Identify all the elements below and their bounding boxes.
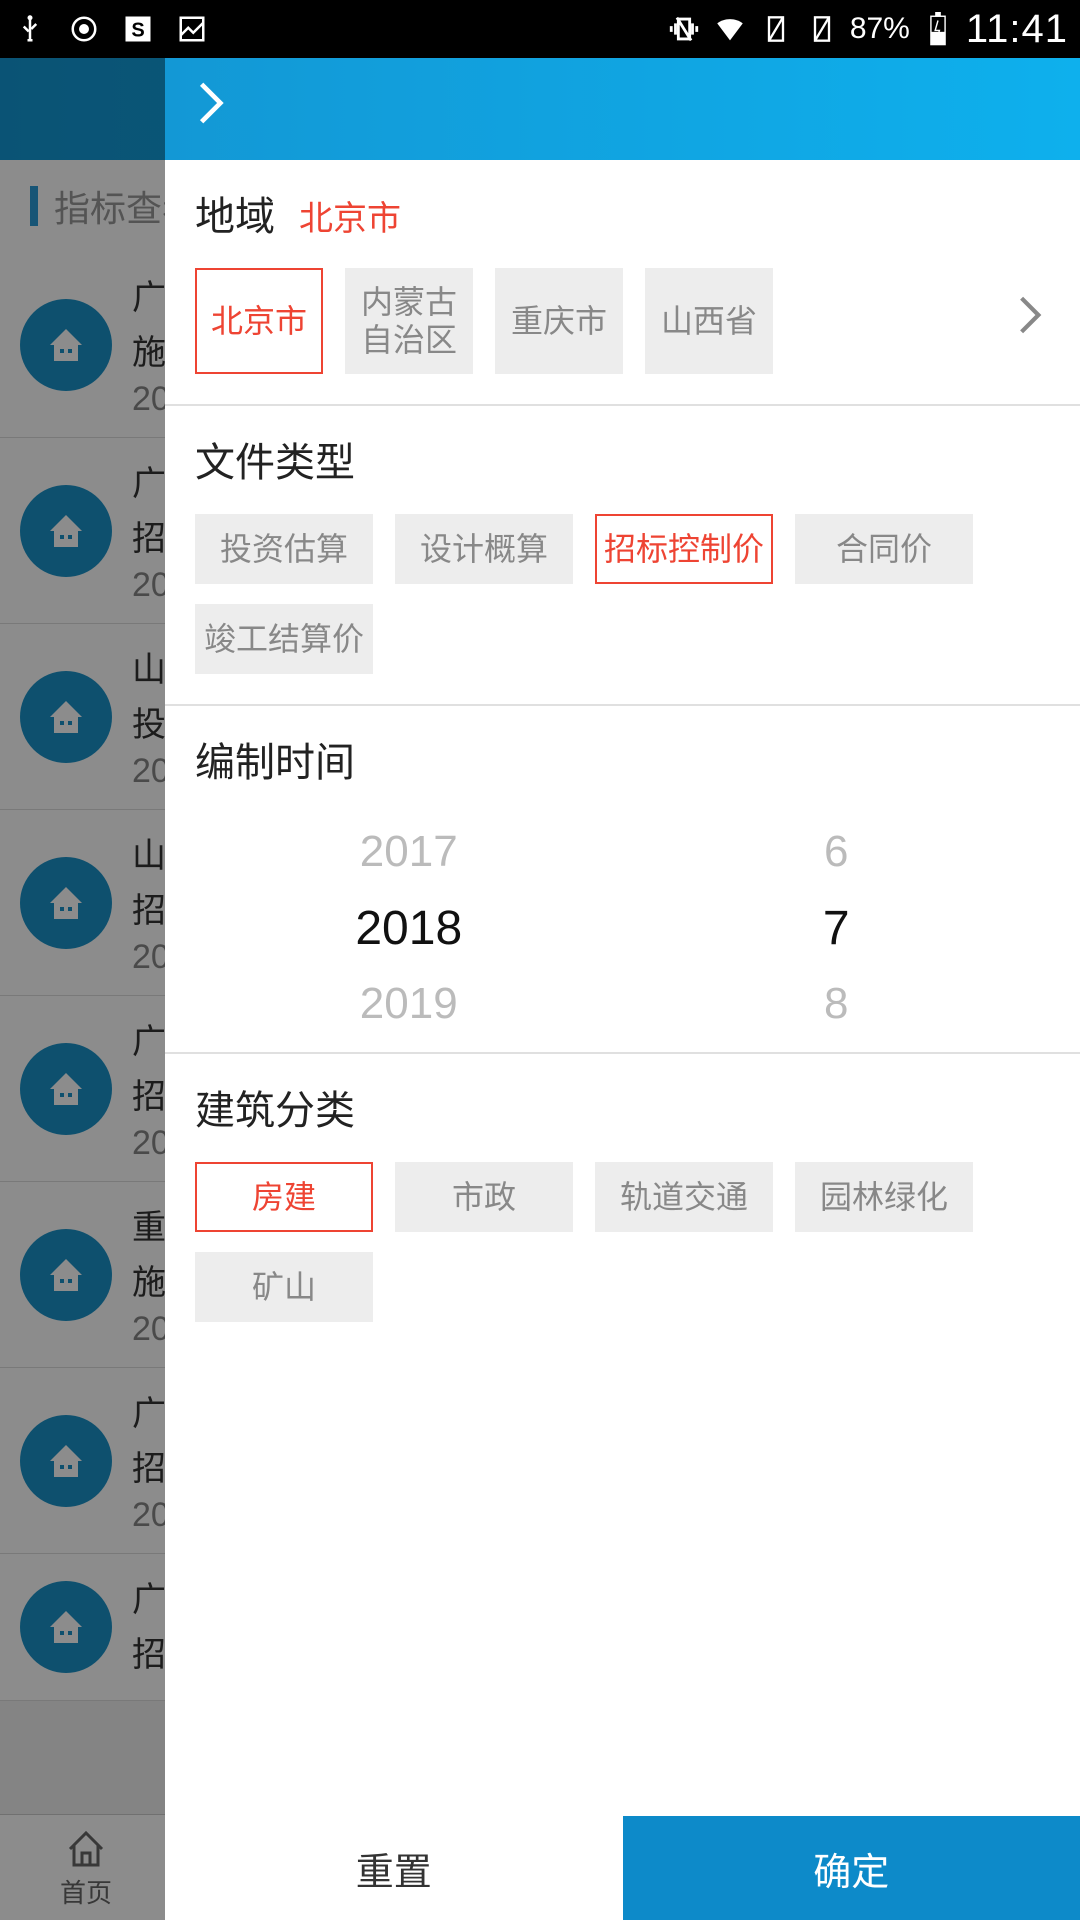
building-chip-1[interactable]: 市政 xyxy=(395,1162,573,1232)
region-chip-chongqing[interactable]: 重庆市 xyxy=(495,268,623,374)
region-chip-neimenggu[interactable]: 内蒙古 自治区 xyxy=(345,268,473,374)
time-section: 编制时间 2017 2018 2019 6 7 8 xyxy=(165,706,1080,1054)
year-picker[interactable]: 2017 2018 2019 xyxy=(195,814,623,1042)
sim2-icon xyxy=(804,11,840,47)
region-chip-shanxi[interactable]: 山西省 xyxy=(645,268,773,374)
filetype-title: 文件类型 xyxy=(195,430,355,488)
battery-percent: 87% xyxy=(850,12,910,46)
filetype-chip-0[interactable]: 投资估算 xyxy=(195,514,373,584)
confirm-button[interactable]: 确定 xyxy=(623,1816,1080,1920)
image-icon xyxy=(174,11,210,47)
building-chip-2[interactable]: 轨道交通 xyxy=(595,1162,773,1232)
filetype-section: 文件类型 投资估算 设计概算 招标控制价 合同价 竣工结算价 xyxy=(165,406,1080,706)
month-option[interactable]: 6 xyxy=(824,814,848,890)
reset-button[interactable]: 重置 xyxy=(165,1816,623,1920)
filetype-chip-2[interactable]: 招标控制价 xyxy=(595,514,773,584)
app-s-icon: S xyxy=(120,11,156,47)
region-chip-beijing[interactable]: 北京市 xyxy=(195,268,323,374)
building-section: 建筑分类 房建 市政 轨道交通 园林绿化 矿山 xyxy=(165,1054,1080,1352)
drawer-footer: 重置 确定 xyxy=(165,1816,1080,1920)
time-title: 编制时间 xyxy=(195,730,355,788)
building-chip-3[interactable]: 园林绿化 xyxy=(795,1162,973,1232)
year-option[interactable]: 2019 xyxy=(360,966,458,1042)
drawer-header xyxy=(165,58,1080,160)
svg-text:S: S xyxy=(131,20,144,42)
month-option-selected[interactable]: 7 xyxy=(823,890,850,966)
back-chevron-icon[interactable] xyxy=(195,78,227,140)
filetype-chip-1[interactable]: 设计概算 xyxy=(395,514,573,584)
filetype-chip-3[interactable]: 合同价 xyxy=(795,514,973,584)
clock: 11:41 xyxy=(966,7,1068,52)
month-option[interactable]: 8 xyxy=(824,966,848,1042)
usb-icon xyxy=(12,11,48,47)
battery-charging-icon xyxy=(920,11,956,47)
chevron-right-icon[interactable] xyxy=(1016,291,1050,351)
building-title: 建筑分类 xyxy=(195,1078,355,1136)
building-chip-0[interactable]: 房建 xyxy=(195,1162,373,1232)
overlay-dim[interactable] xyxy=(0,58,165,1920)
month-picker[interactable]: 6 7 8 xyxy=(623,814,1051,1042)
region-section: 地域 北京市 北京市 内蒙古 自治区 重庆市 山西省 xyxy=(165,160,1080,406)
filter-drawer: 地域 北京市 北京市 内蒙古 自治区 重庆市 山西省 文件类型 投资估算 设计概… xyxy=(165,58,1080,1920)
sim1-icon xyxy=(758,11,794,47)
region-selected: 北京市 xyxy=(299,191,401,240)
wifi-icon xyxy=(712,11,748,47)
year-option-selected[interactable]: 2018 xyxy=(355,890,462,966)
vibrate-icon xyxy=(666,11,702,47)
status-bar: S 87% 11:41 xyxy=(0,0,1080,58)
region-title: 地域 xyxy=(195,184,275,242)
filetype-chip-4[interactable]: 竣工结算价 xyxy=(195,604,373,674)
year-option[interactable]: 2017 xyxy=(360,814,458,890)
building-chip-4[interactable]: 矿山 xyxy=(195,1252,373,1322)
sync-icon xyxy=(66,11,102,47)
